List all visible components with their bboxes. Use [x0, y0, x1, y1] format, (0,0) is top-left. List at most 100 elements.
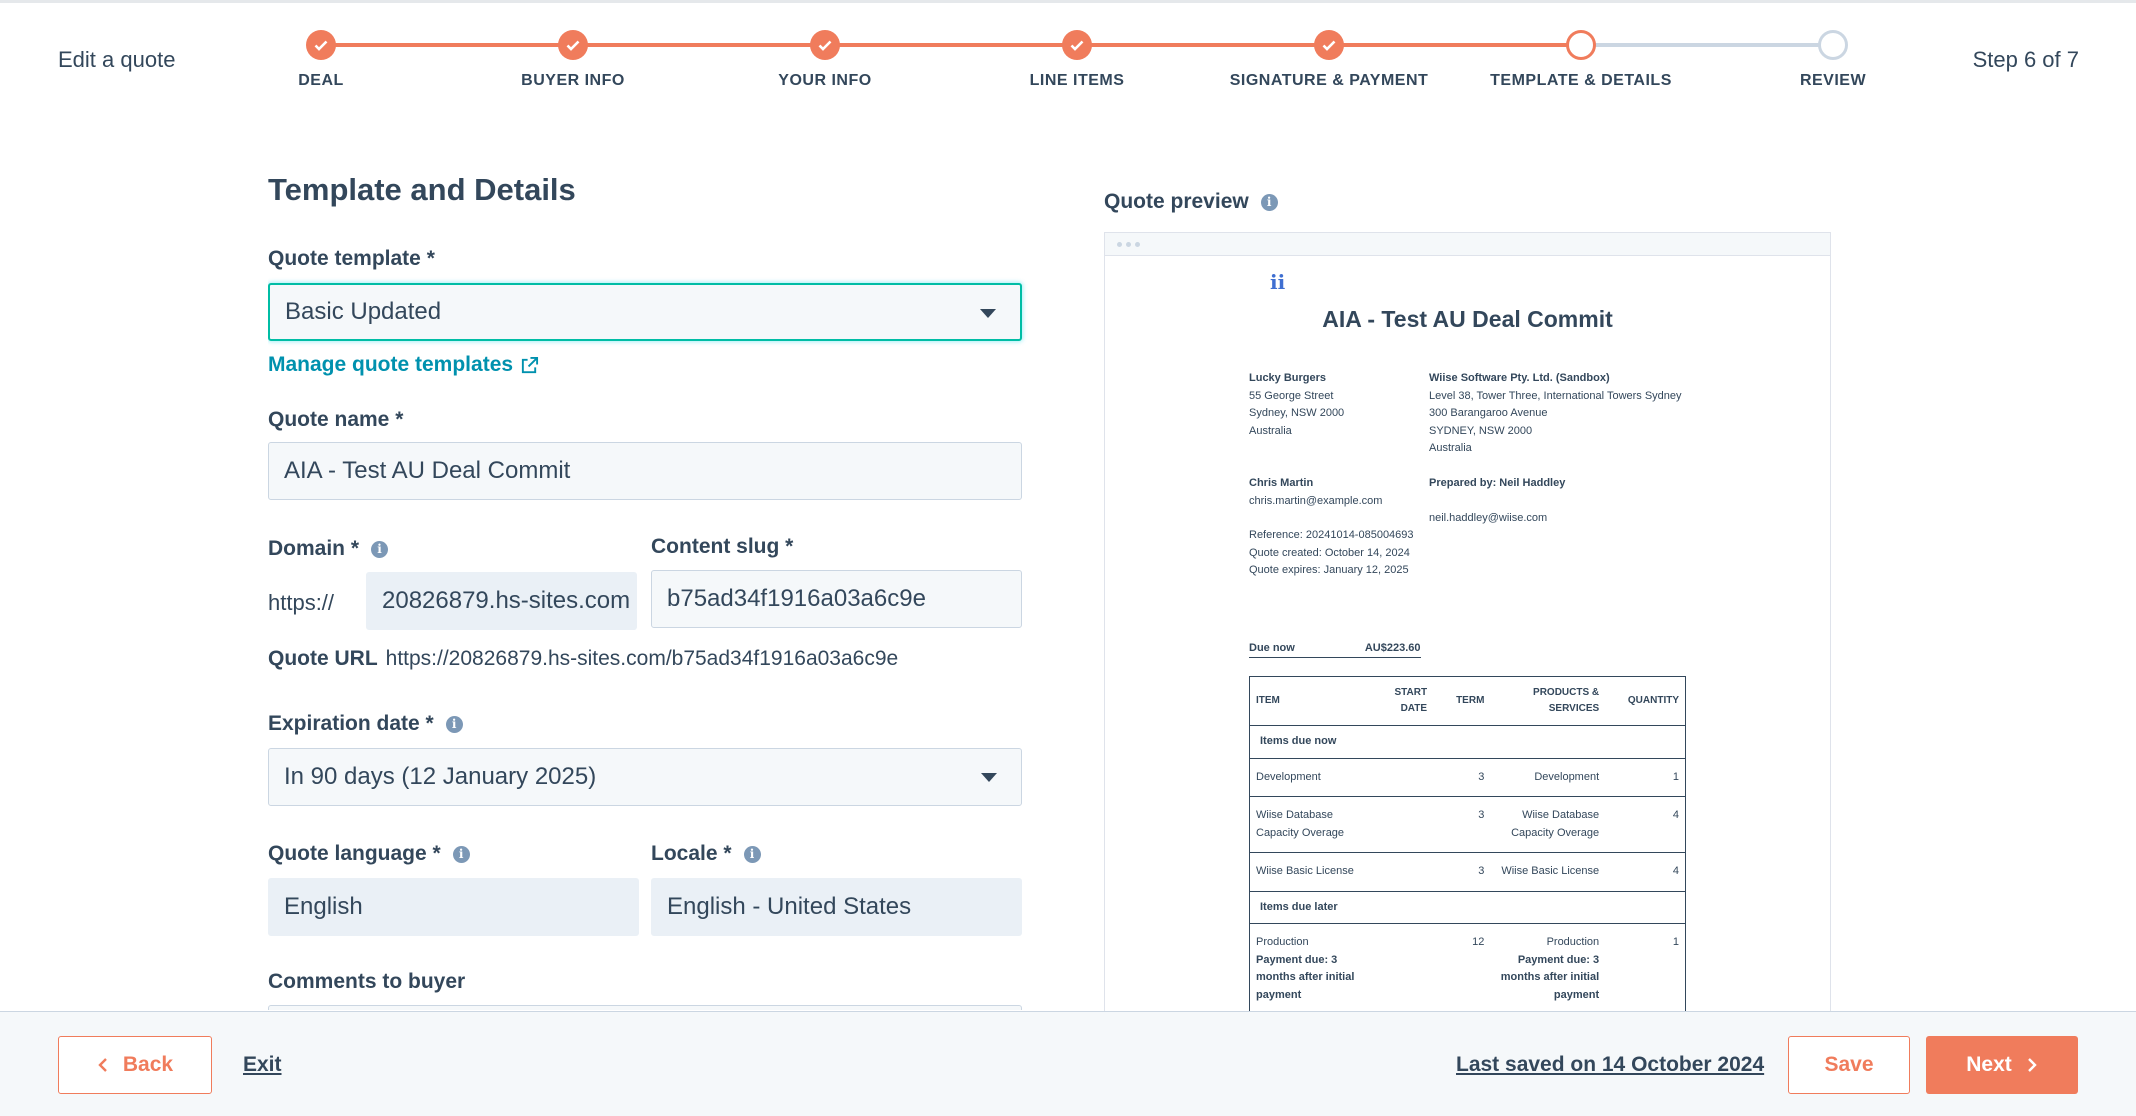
- preview-toolbar: [1105, 233, 1830, 256]
- comments-textarea[interactable]: [268, 1005, 1022, 1010]
- quote-url-value: https://20826879.hs-sites.com/b75ad34f19…: [385, 647, 899, 670]
- quote-preview-label: Quote preview i: [1104, 190, 1278, 214]
- start-date-cell: [1375, 796, 1434, 853]
- step-line-items[interactable]: LINE ITEMS: [947, 30, 1207, 90]
- payment-note: Payment due: 3 months after initial paym…: [1256, 953, 1355, 1001]
- product-cell: Production Payment due: 3 months after in…: [1490, 923, 1606, 1012]
- buyer-address-line: Sydney, NSW 2000: [1249, 407, 1345, 419]
- check-icon: [1314, 30, 1344, 60]
- last-saved-link[interactable]: Last saved on 14 October 2024: [1456, 1053, 1764, 1077]
- expiration-date-select[interactable]: In 90 days (12 January 2025): [268, 748, 1022, 806]
- info-icon[interactable]: i: [445, 715, 463, 733]
- manage-quote-templates-link[interactable]: Manage quote templates: [268, 353, 539, 377]
- step-review[interactable]: REVIEW: [1703, 30, 1963, 90]
- document-title: AIA - Test AU Deal Commit: [1322, 306, 1613, 332]
- start-date-cell: [1375, 852, 1434, 892]
- payment-note: Payment due: 3 months after initial paym…: [1500, 953, 1600, 1001]
- template-details-form: Template and Details Quote template * Ba…: [268, 120, 1028, 1010]
- content-slug-label-text: Content slug *: [651, 535, 794, 558]
- table-row: Development 3 Development 1: [1249, 758, 1686, 797]
- quote-name-input[interactable]: AIA - Test AU Deal Commit: [268, 442, 1022, 500]
- next-button[interactable]: Next: [1926, 1036, 2078, 1094]
- quantity-cell: 1: [1605, 758, 1686, 797]
- expiration-date-label: Expiration date * i: [268, 712, 463, 736]
- seller-address-line: SYDNEY, NSW 2000: [1429, 424, 1533, 437]
- chevron-left-icon: [98, 1058, 107, 1072]
- step-your-info[interactable]: YOUR INFO: [695, 30, 955, 90]
- quote-template-select[interactable]: Basic Updated: [268, 283, 1022, 341]
- term-cell: 3: [1433, 758, 1491, 797]
- form-heading: Template and Details: [268, 172, 576, 207]
- product-cell: Development: [1490, 758, 1606, 797]
- content-slug-input[interactable]: b75ad34f1916a03a6c9e: [651, 570, 1022, 628]
- buyer-contact-email: chris.martin@example.com: [1249, 494, 1383, 507]
- info-icon[interactable]: i: [1260, 193, 1278, 211]
- quote-document: ii AIA - Test AU Deal Commit Lucky Burge…: [1105, 256, 1830, 1012]
- quote-name-label-text: Quote name *: [268, 408, 404, 431]
- chevron-down-icon: [980, 309, 996, 318]
- quote-url-label: Quote URL: [268, 647, 378, 670]
- company-logo: ii: [1270, 270, 1286, 294]
- column-header: START DATE: [1375, 676, 1434, 726]
- quote-name-label: Quote name *: [268, 408, 403, 432]
- buyer-contact: Chris Martin chris.martin@example.com Re…: [1249, 475, 1414, 580]
- domain-field: 20826879.hs-sites.com: [366, 572, 637, 630]
- quantity-cell: 1: [1605, 923, 1686, 1012]
- buyer-address: Lucky Burgers 55 George Street Sydney, N…: [1249, 370, 1344, 440]
- term-cell: 3: [1433, 796, 1491, 853]
- comments-label: Comments to buyer: [268, 970, 465, 994]
- info-icon[interactable]: i: [743, 845, 761, 863]
- info-icon[interactable]: i: [452, 845, 470, 863]
- progress-stepper: DEAL BUYER INFO YOUR INFO LINE ITEMS SIG…: [0, 3, 2136, 118]
- locale-field: English - United States: [651, 878, 1022, 936]
- domain-prefix: https://: [268, 590, 335, 615]
- save-label: Save: [1824, 1053, 1874, 1076]
- product-cell: Wiise Database Capacity Overage: [1490, 796, 1606, 853]
- step-label: YOUR INFO: [778, 72, 872, 89]
- step-buyer-info[interactable]: BUYER INFO: [443, 30, 703, 90]
- step-label: LINE ITEMS: [1029, 72, 1125, 89]
- external-link-icon: [521, 356, 539, 373]
- manage-templates-text: Manage quote templates: [268, 353, 514, 376]
- quote-expires: Quote expires: January 12, 2025: [1249, 564, 1409, 576]
- column-header: ITEM: [1249, 676, 1376, 726]
- table-row: Wiise Basic License 3 Wiise Basic Licens…: [1249, 852, 1686, 892]
- step-label: SIGNATURE & PAYMENT: [1229, 72, 1429, 89]
- save-button[interactable]: Save: [1788, 1036, 1910, 1094]
- quote-preview-frame[interactable]: ii AIA - Test AU Deal Commit Lucky Burge…: [1104, 232, 1831, 1012]
- item-cell: Wiise Basic License: [1249, 852, 1376, 892]
- check-icon: [558, 30, 588, 60]
- domain-value: 20826879.hs-sites.com: [382, 587, 631, 614]
- step-signature-payment[interactable]: SIGNATURE & PAYMENT: [1199, 30, 1459, 90]
- content-slug-value: b75ad34f1916a03a6c9e: [667, 585, 926, 612]
- quote-preview-label-text: Quote preview: [1104, 190, 1249, 213]
- group-label: Items due later: [1249, 891, 1686, 924]
- step-label: REVIEW: [1799, 72, 1867, 89]
- buyer-country: Australia: [1249, 424, 1292, 437]
- start-date-cell: [1375, 923, 1434, 1012]
- quote-language-label: Quote language * i: [268, 842, 470, 866]
- quote-language-label-text: Quote language *: [268, 842, 441, 865]
- quote-template-label-text: Quote template *: [268, 247, 435, 270]
- due-now-amount: AU$223.60: [1364, 642, 1421, 654]
- quantity-cell: 4: [1605, 796, 1686, 853]
- info-icon[interactable]: i: [371, 540, 389, 558]
- step-deal[interactable]: DEAL: [191, 30, 451, 90]
- buyer-company: Lucky Burgers: [1249, 372, 1327, 384]
- quote-language-value: English: [284, 893, 363, 920]
- term-cell: 3: [1433, 852, 1491, 892]
- start-date-cell: [1375, 758, 1434, 797]
- exit-link[interactable]: Exit: [243, 1053, 282, 1077]
- pending-step-circle: [1818, 30, 1848, 60]
- domain-label-text: Domain *: [268, 537, 360, 560]
- quantity-cell: 4: [1605, 852, 1686, 892]
- item-cell: Wiise Database Capacity Overage: [1249, 796, 1376, 853]
- locale-label-text: Locale *: [651, 842, 732, 865]
- back-button[interactable]: Back: [58, 1036, 212, 1094]
- chevron-down-icon: [981, 773, 997, 782]
- product-name: Production: [1546, 936, 1600, 948]
- line-items-table: ITEM START DATE TERM PRODUCTS & SERVICES…: [1249, 676, 1686, 1012]
- next-label: Next: [1966, 1053, 2012, 1076]
- step-template-details[interactable]: TEMPLATE & DETAILS: [1451, 30, 1711, 90]
- column-header: QUANTITY: [1605, 676, 1686, 726]
